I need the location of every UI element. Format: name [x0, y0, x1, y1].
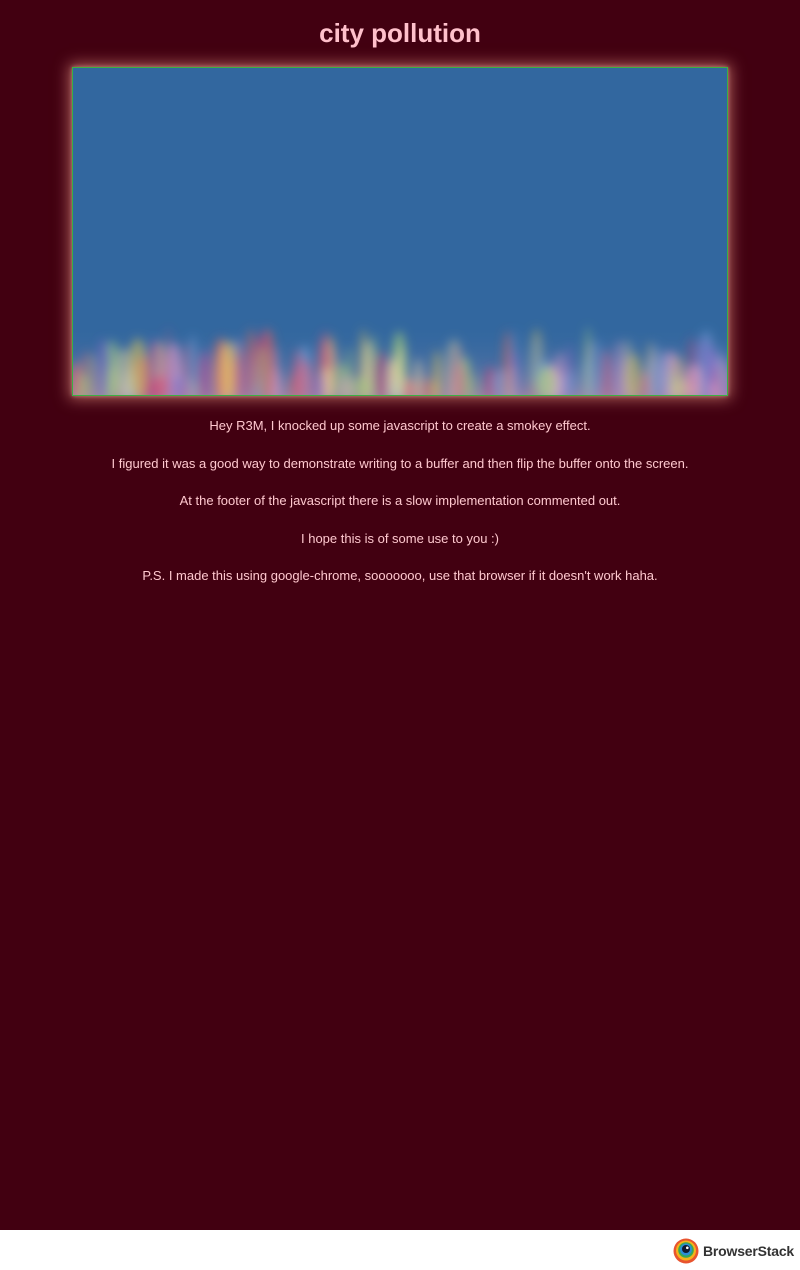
paragraph-greeting: Hey R3M, I knocked up some javascript to… [209, 418, 591, 433]
description-text: Hey R3M, I knocked up some javascript to… [0, 416, 800, 604]
page-title: city pollution [319, 18, 481, 48]
browserstack-logo[interactable]: BrowserStack [673, 1237, 794, 1265]
smoke-canvas [73, 68, 727, 395]
paragraph-buffer: I figured it was a good way to demonstra… [111, 455, 689, 471]
paragraph-ps: P.S. I made this using google-chrome, so… [142, 568, 658, 583]
browserstack-logo-icon [673, 1238, 699, 1264]
browserstack-footer: BrowserStack [0, 1230, 800, 1270]
paragraph-hope: I hope this is of some use to you :) [301, 530, 499, 546]
smoke-canvas-frame [72, 67, 728, 396]
browserstack-brand-name: BrowserStack [703, 1243, 794, 1259]
paragraph-slow-implementation: At the footer of the javascript there is… [179, 493, 621, 508]
